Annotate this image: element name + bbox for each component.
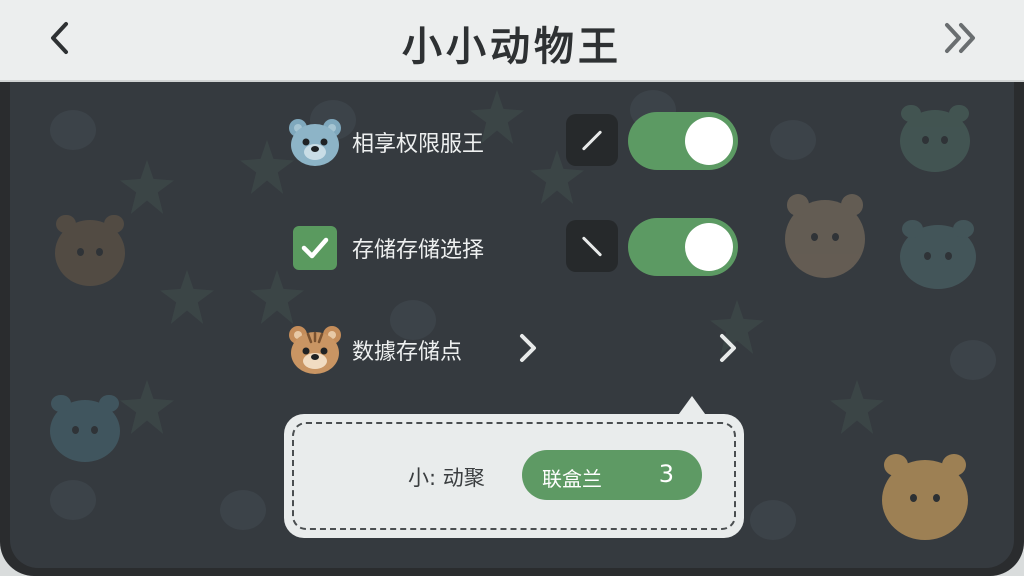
storage-selection-label: 存储存储选择 <box>352 238 485 263</box>
settings-row-storage-selection: 存储存储选择 <box>286 218 746 278</box>
storage-toggle[interactable] <box>628 218 738 276</box>
permissions-toggle[interactable] <box>628 112 738 170</box>
blue-bear-icon <box>286 116 344 168</box>
skip-forward-button[interactable] <box>936 20 986 60</box>
popup-label: 小: 动聚 <box>408 466 485 490</box>
toggle-knob <box>685 223 733 271</box>
pill-text: 联盒兰 <box>542 467 602 491</box>
checkbox-container[interactable] <box>286 222 344 274</box>
chevron-right-icon[interactable] <box>714 332 740 368</box>
popup-dashed-border: 小: 动聚 联盒兰 3 <box>292 422 736 530</box>
storage-point-label: 数據存储点 <box>352 340 463 365</box>
settings-row-storage-point[interactable]: 数據存储点 <box>286 320 746 380</box>
storage-popup: 小: 动聚 联盒兰 3 <box>284 414 744 538</box>
selection-pill-button[interactable]: 联盒兰 3 <box>522 450 702 500</box>
checkmark-icon <box>301 237 329 259</box>
toggle-knob <box>685 117 733 165</box>
edit-icon <box>581 129 603 151</box>
app-header: 小小动物王 <box>0 0 1024 80</box>
double-chevron-right-icon <box>941 20 981 60</box>
storage-checkbox[interactable] <box>293 226 337 270</box>
tiger-icon <box>286 324 344 376</box>
edit-button[interactable] <box>566 114 618 166</box>
edit-button[interactable] <box>566 220 618 272</box>
permissions-label: 相享权限服王 <box>352 132 485 157</box>
pill-count: 3 <box>658 460 674 488</box>
edit-icon <box>581 235 603 257</box>
page-title: 小小动物王 <box>402 24 622 70</box>
settings-row-permissions: 相享权限服王 <box>286 112 746 172</box>
chevron-right-icon <box>514 332 540 368</box>
